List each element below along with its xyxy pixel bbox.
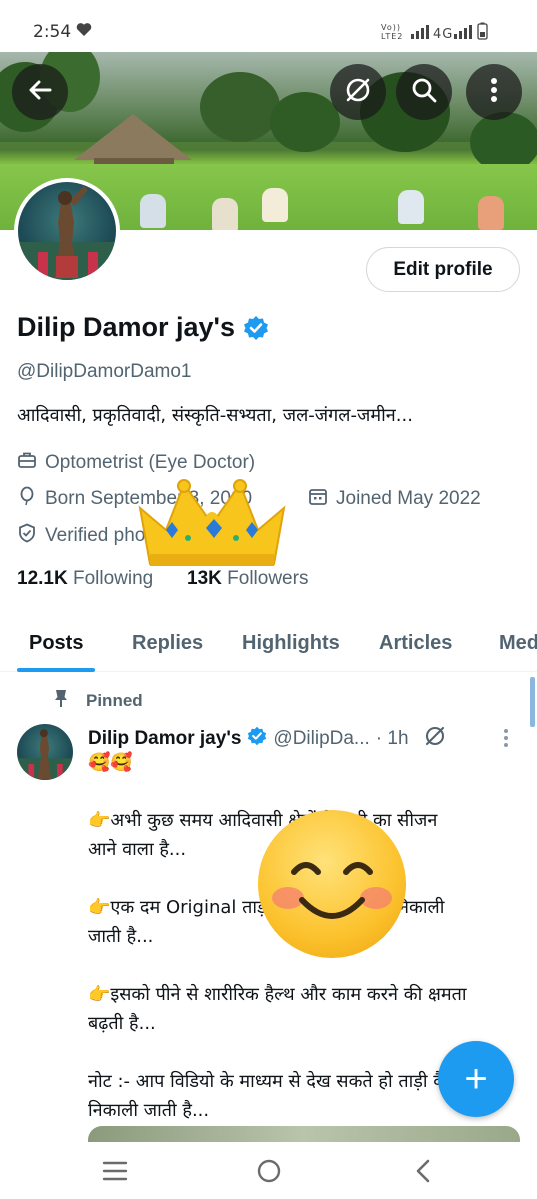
following-count: 12.1K (17, 568, 68, 589)
followers-link[interactable]: 13K Followers (187, 568, 308, 590)
edit-profile-button[interactable]: Edit profile (366, 247, 520, 292)
shield-check-icon (17, 523, 37, 549)
pin-icon (53, 688, 69, 713)
joined-row: Joined May 2022 (308, 486, 481, 512)
profile-bio: आदिवासी, प्रकृतिवादी, संस्कृति-सभ्यता, ज… (17, 405, 413, 426)
tab-replies[interactable]: Replies (132, 632, 203, 655)
tab-media[interactable]: Media (499, 632, 537, 655)
svg-text:Vo)): Vo)) (381, 23, 401, 32)
profession-row: Optometrist (Eye Doctor) (17, 450, 255, 476)
briefcase-icon (17, 450, 37, 476)
balloon-icon (17, 486, 37, 512)
arrow-left-icon (26, 76, 54, 109)
search-icon (410, 76, 438, 109)
status-time: 2:54 (33, 22, 72, 42)
compose-post-button[interactable]: + (438, 1041, 514, 1117)
post-text-line: बढ़ती है... (88, 1013, 156, 1034)
home-icon[interactable] (256, 1158, 282, 1189)
recent-apps-icon[interactable] (102, 1160, 128, 1187)
tab-articles[interactable]: Articles (379, 632, 452, 655)
tab-highlights[interactable]: Highlights (242, 632, 340, 655)
pinned-row: Pinned (53, 688, 143, 713)
post-text-line: 👉इसको पीने से शारीरिक हैल्थ और काम करने … (88, 984, 467, 1005)
more-vertical-icon (490, 77, 498, 108)
joined-text: Joined May 2022 (336, 488, 481, 509)
profile-tabs: Posts Replies Highlights Articles Media (0, 620, 537, 672)
post-avatar[interactable] (17, 724, 73, 780)
svg-text:LTE2: LTE2 (381, 32, 403, 40)
profile-name-row: Dilip Damor jay's (17, 312, 269, 343)
profile-handle: @DilipDamorDamo1 (17, 361, 192, 382)
svg-text:4G: 4G (433, 27, 453, 40)
followers-count: 13K (187, 568, 222, 589)
system-nav-bar (0, 1142, 537, 1199)
followers-label: Followers (227, 568, 309, 589)
verified-badge-icon[interactable] (243, 315, 269, 341)
more-options-button[interactable] (466, 64, 522, 120)
post-text-line: 🥰🥰 (88, 752, 133, 773)
pinned-label: Pinned (86, 690, 143, 710)
profile-name: Dilip Damor jay's (17, 312, 235, 342)
profession-text: Optometrist (Eye Doctor) (45, 452, 256, 473)
smiling-face-sticker-icon (258, 810, 406, 958)
grok-button[interactable] (330, 64, 386, 120)
tab-indicator (17, 668, 95, 672)
status-bar: 2:54 Vo)) LTE2 4G (0, 0, 537, 52)
back-button[interactable] (12, 64, 68, 120)
heart-icon (76, 22, 92, 42)
crown-sticker-icon (136, 478, 288, 570)
following-label: Following (72, 568, 154, 589)
back-nav-icon[interactable] (414, 1158, 432, 1189)
plus-icon: + (464, 1056, 488, 1101)
scrollbar[interactable] (530, 677, 535, 727)
calendar-icon (308, 486, 328, 512)
profile-avatar[interactable] (18, 182, 116, 280)
tab-posts[interactable]: Posts (29, 632, 83, 655)
post-author-name[interactable]: Dilip Damor jay's (88, 728, 241, 750)
post-author-handle[interactable]: @DilipDa... (273, 728, 369, 750)
post-time[interactable]: · 1h (376, 728, 409, 750)
signal-indicators: Vo)) LTE2 4G (381, 22, 503, 43)
slash-circle-icon (343, 75, 373, 110)
following-link[interactable]: 12.1K Following (17, 568, 153, 590)
search-button[interactable] (396, 64, 452, 120)
